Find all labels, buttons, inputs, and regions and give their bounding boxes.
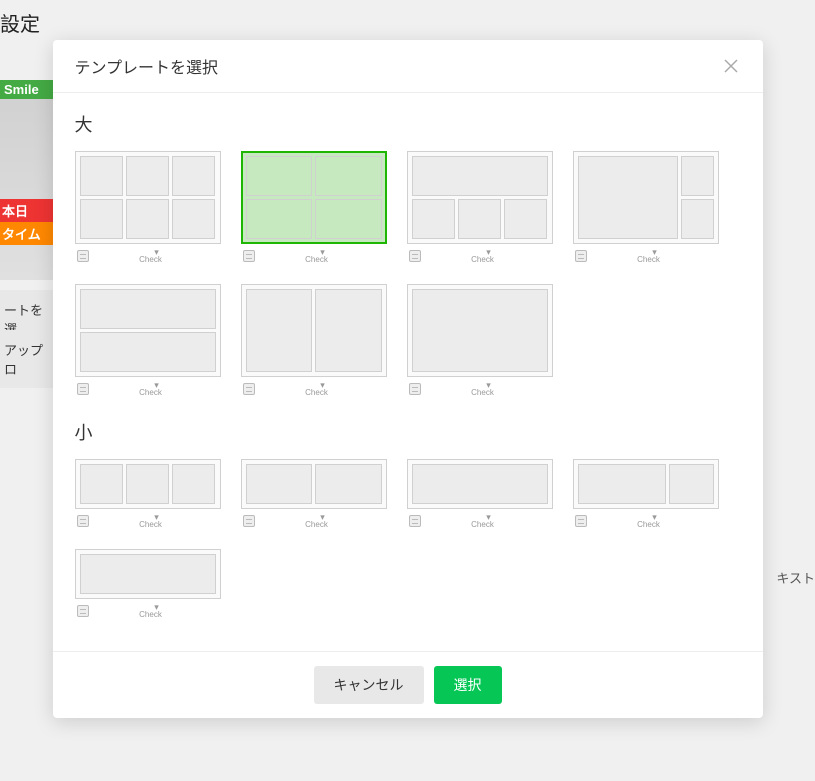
template-large-2[interactable]: ▾ Check — [241, 151, 387, 264]
template-preview — [75, 459, 221, 509]
list-icon — [77, 515, 89, 527]
template-preview — [75, 284, 221, 377]
template-footer: ▾ Check — [407, 509, 553, 529]
template-footer: ▾ Check — [75, 244, 221, 264]
modal-body: 大 ▾ Check — [53, 93, 763, 651]
list-icon — [243, 250, 255, 262]
check-label: Check — [427, 520, 551, 529]
close-icon[interactable] — [721, 56, 741, 76]
list-icon — [575, 515, 587, 527]
section-heading-large: 大 — [75, 111, 741, 137]
template-grid-large: ▾ Check ▾ Check — [75, 151, 741, 397]
check-label: Check — [427, 388, 551, 397]
template-large-7[interactable]: ▾ Check — [407, 284, 553, 397]
list-icon — [409, 383, 421, 395]
list-icon — [409, 250, 421, 262]
template-preview — [407, 459, 553, 509]
section-heading-small: 小 — [75, 419, 741, 445]
template-large-6[interactable]: ▾ Check — [241, 284, 387, 397]
template-footer: ▾ Check — [241, 244, 387, 264]
template-footer: ▾ Check — [573, 244, 719, 264]
template-footer: ▾ Check — [75, 377, 221, 397]
modal-title: テンプレートを選択 — [75, 54, 219, 78]
list-icon — [243, 383, 255, 395]
check-label: Check — [593, 520, 717, 529]
template-footer: ▾ Check — [407, 377, 553, 397]
template-preview — [241, 151, 387, 244]
list-icon — [77, 250, 89, 262]
modal-footer: キャンセル 選択 — [53, 651, 763, 718]
modal-header: テンプレートを選択 — [53, 40, 763, 93]
template-preview — [573, 151, 719, 244]
template-large-4[interactable]: ▾ Check — [573, 151, 719, 264]
template-preview — [241, 284, 387, 377]
template-preview — [241, 459, 387, 509]
template-preview — [407, 151, 553, 244]
check-label: Check — [261, 388, 385, 397]
list-icon — [409, 515, 421, 527]
template-small-4[interactable]: ▾ Check — [573, 459, 719, 529]
check-label: Check — [261, 520, 385, 529]
template-footer: ▾ Check — [241, 377, 387, 397]
template-small-5[interactable]: ▾ Check — [75, 549, 221, 619]
cancel-button[interactable]: キャンセル — [314, 666, 424, 704]
list-icon — [77, 605, 89, 617]
list-icon — [243, 515, 255, 527]
check-label: Check — [95, 255, 219, 264]
check-label: Check — [95, 388, 219, 397]
list-icon — [575, 250, 587, 262]
select-button[interactable]: 選択 — [434, 666, 502, 704]
template-preview — [407, 284, 553, 377]
check-label: Check — [95, 520, 219, 529]
check-label: Check — [261, 255, 385, 264]
modal-overlay: テンプレートを選択 大 ▾ Check — [0, 0, 815, 781]
template-footer: ▾ Check — [407, 244, 553, 264]
template-small-1[interactable]: ▾ Check — [75, 459, 221, 529]
template-preview — [573, 459, 719, 509]
template-large-3[interactable]: ▾ Check — [407, 151, 553, 264]
template-small-3[interactable]: ▾ Check — [407, 459, 553, 529]
template-small-2[interactable]: ▾ Check — [241, 459, 387, 529]
template-footer: ▾ Check — [75, 599, 221, 619]
list-icon — [77, 383, 89, 395]
template-footer: ▾ Check — [241, 509, 387, 529]
template-select-modal: テンプレートを選択 大 ▾ Check — [53, 40, 763, 718]
check-label: Check — [95, 610, 219, 619]
check-label: Check — [427, 255, 551, 264]
template-grid-small: ▾ Check ▾ Check — [75, 459, 741, 619]
template-large-5[interactable]: ▾ Check — [75, 284, 221, 397]
template-footer: ▾ Check — [573, 509, 719, 529]
template-footer: ▾ Check — [75, 509, 221, 529]
template-preview — [75, 151, 221, 244]
check-label: Check — [593, 255, 717, 264]
template-preview — [75, 549, 221, 599]
template-large-1[interactable]: ▾ Check — [75, 151, 221, 264]
